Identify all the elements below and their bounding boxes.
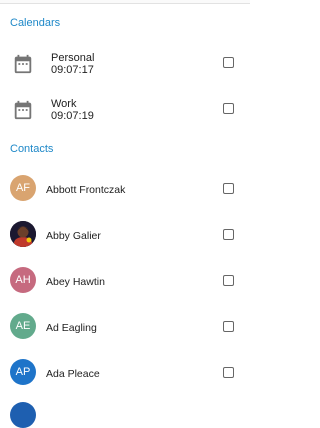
calendar-checkbox[interactable]	[223, 103, 234, 114]
avatar: AH	[10, 267, 36, 293]
calendar-name: Personal	[51, 52, 95, 64]
avatar: AF	[10, 175, 36, 201]
contacts-section-title: Contacts	[10, 143, 54, 155]
avatar-partial	[10, 402, 36, 428]
contact-row[interactable]: AF Abbott Frontczak	[0, 166, 250, 210]
contact-checkbox[interactable]	[223, 275, 234, 286]
contact-checkbox[interactable]	[223, 367, 234, 378]
calendar-name: Work	[51, 98, 77, 110]
contact-name: Ada Pleace	[46, 368, 100, 380]
contact-row[interactable]: AH Abey Hawtin	[0, 258, 250, 302]
contact-checkbox[interactable]	[223, 183, 234, 194]
calendars-section-title: Calendars	[10, 17, 61, 29]
calendar-row-personal[interactable]: Personal 09:07:17	[0, 42, 250, 86]
calendar-icon	[12, 53, 34, 75]
contact-checkbox[interactable]	[223, 229, 234, 240]
contact-checkbox[interactable]	[223, 321, 234, 332]
contact-row[interactable]: AE Ad Eagling	[0, 304, 250, 348]
contact-name: Abey Hawtin	[46, 276, 105, 288]
top-divider	[0, 0, 250, 4]
calendar-sync-time: 09:07:19	[51, 110, 94, 122]
calendar-sync-time: 09:07:17	[51, 64, 94, 76]
contact-row[interactable]: Abby Galier	[0, 212, 250, 256]
calendar-checkbox[interactable]	[223, 57, 234, 68]
avatar-photo	[10, 221, 36, 247]
contact-name: Abbott Frontczak	[46, 184, 126, 196]
contact-name: Abby Galier	[46, 230, 101, 242]
avatar: AE	[10, 313, 36, 339]
contact-row[interactable]: AP Ada Pleace	[0, 350, 250, 394]
calendar-icon	[12, 99, 34, 121]
contact-name: Ad Eagling	[46, 322, 97, 334]
calendar-row-work[interactable]: Work 09:07:19	[0, 88, 250, 132]
avatar: AP	[10, 359, 36, 385]
